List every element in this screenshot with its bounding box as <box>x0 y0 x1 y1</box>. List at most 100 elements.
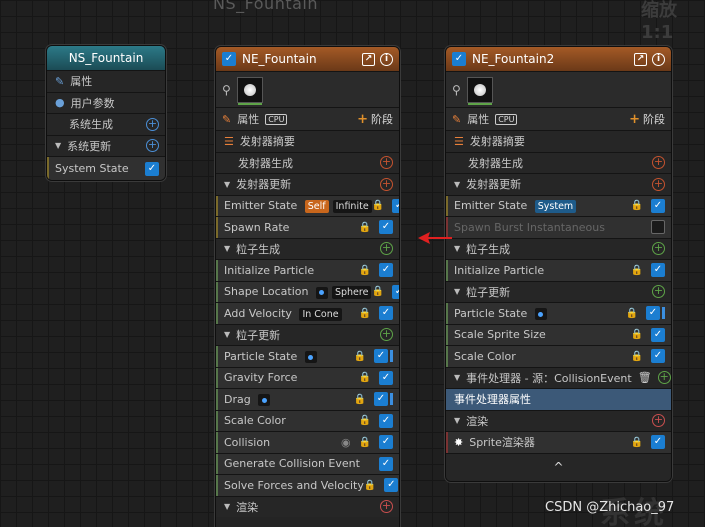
emitter2-stage-button[interactable]: + 阶段 <box>629 111 665 127</box>
collapse-triangle-icon[interactable]: ▼ <box>454 287 460 296</box>
add-module-icon[interactable]: + <box>652 242 665 256</box>
add-module-icon[interactable]: + <box>652 285 665 299</box>
emitter1-shape-location-row[interactable]: Shape Location Sphere 🔒 ✓ <box>216 280 399 302</box>
emitter1-stage-button[interactable]: + 阶段 <box>357 111 393 127</box>
emitter1-properties-row[interactable]: ✎ 属性 CPU + 阶段 <box>216 107 399 130</box>
enable-checkbox[interactable]: ✓ <box>379 413 393 428</box>
emitter2-spawn-burst-row[interactable]: Spawn Burst Instantaneous <box>446 216 671 238</box>
enable-checkbox[interactable]: ✓ <box>384 478 399 493</box>
emitter2-render-row[interactable]: ▼ 渲染 + <box>446 409 671 431</box>
collapse-node-button[interactable]: ^ <box>446 452 671 481</box>
lock-icon[interactable]: 🔒 <box>359 308 371 319</box>
lock-icon[interactable]: 🔒 <box>359 372 371 383</box>
enable-checkbox[interactable]: ✓ <box>145 161 159 176</box>
enable-checkbox[interactable]: ✓ <box>391 284 399 299</box>
lock-icon[interactable]: 🔒 <box>354 394 366 405</box>
lock-icon[interactable]: 🔒 <box>354 351 366 362</box>
enable-checkbox[interactable]: ✓ <box>379 370 393 385</box>
add-module-icon[interactable]: + <box>380 328 393 342</box>
lock-icon[interactable]: 🔒 <box>631 351 643 362</box>
lock-icon[interactable]: 🔒 <box>631 329 643 340</box>
add-module-icon[interactable]: + <box>657 371 671 385</box>
open-external-icon[interactable]: ↗ <box>634 52 647 66</box>
emitter2-summary-row[interactable]: ☰ 发射器摘要 <box>446 130 671 152</box>
add-module-icon[interactable]: + <box>146 139 159 153</box>
open-external-icon[interactable]: ↗ <box>362 52 375 66</box>
emitter2-particle-update-row[interactable]: ▼ 粒子更新 + <box>446 280 671 302</box>
emitter2-enable-checkbox[interactable]: ✓ <box>452 52 466 66</box>
emitter2-event-handler-row[interactable]: ▼ 事件处理器 - 源：CollisionEvent 🗑 + <box>446 366 671 388</box>
lock-icon[interactable]: 🔒 <box>364 480 376 491</box>
emitter1-header[interactable]: ✓ NE_Fountain ↗ i <box>216 47 399 71</box>
lock-icon[interactable]: 🔒 <box>372 200 384 211</box>
info-icon[interactable]: i <box>652 52 665 66</box>
emitter1-render-row[interactable]: ▼ 渲染 + <box>216 495 399 517</box>
emitter1-init-particle-row[interactable]: Initialize Particle 🔒 ✓ <box>216 259 399 281</box>
emitter2-scale-sprite-row[interactable]: Scale Sprite Size 🔒 ✓ <box>446 323 671 345</box>
add-module-icon[interactable]: + <box>652 156 665 170</box>
emitter1-enable-checkbox[interactable]: ✓ <box>222 52 236 66</box>
emitter1-spawn-rate-row[interactable]: Spawn Rate 🔒 ✓ <box>216 216 399 238</box>
lock-icon[interactable]: 🔒 <box>626 308 638 319</box>
enable-checkbox[interactable]: ✓ <box>646 306 660 321</box>
emitter1-collision-row[interactable]: Collision ◉ 🔒 ✓ <box>216 431 399 453</box>
emitter2-update-row[interactable]: ▼ 发射器更新 + <box>446 173 671 195</box>
emitter2-emitter-state-row[interactable]: Emitter State System 🔒 ✓ <box>446 194 671 216</box>
emitter2-particle-spawn-row[interactable]: ▼ 粒子生成 + <box>446 237 671 259</box>
collapse-triangle-icon[interactable]: ▼ <box>454 373 460 382</box>
lock-icon[interactable]: 🔒 <box>371 286 383 297</box>
emitter1-scale-color-row[interactable]: Scale Color 🔒 ✓ <box>216 409 399 431</box>
system-spawn-row[interactable]: 系统生成 + <box>47 113 165 135</box>
trash-icon[interactable]: 🗑 <box>638 371 652 384</box>
lock-icon[interactable]: 🔒 <box>359 437 371 448</box>
lock-icon[interactable]: 🔒 <box>631 265 643 276</box>
emitter1-gravity-force-row[interactable]: Gravity Force 🔒 ✓ <box>216 366 399 388</box>
system-node[interactable]: NS_Fountain ✎ 属性 ● 用户参数 系统生成 + ▼ 系统更新 + … <box>46 45 166 181</box>
add-module-icon[interactable]: + <box>380 500 393 514</box>
emitter2-event-handler-props-row[interactable]: 事件处理器属性 <box>446 388 671 410</box>
emitter1-add-velocity-row[interactable]: Add Velocity In Cone 🔒 ✓ <box>216 302 399 324</box>
emitter2-scale-color-row[interactable]: Scale Color 🔒 ✓ <box>446 345 671 367</box>
emitter2-properties-row[interactable]: ✎ 属性 CPU + 阶段 <box>446 107 671 130</box>
emitter2-particle-state-row[interactable]: Particle State 🔒 ✓ <box>446 302 671 324</box>
emitter1-particle-update-row[interactable]: ▼ 粒子更新 + <box>216 323 399 345</box>
emitter2-thumbnail[interactable] <box>466 76 493 105</box>
enable-checkbox[interactable]: ✓ <box>374 349 388 364</box>
emitter1-drag-row[interactable]: Drag 🔒 ✓ <box>216 388 399 410</box>
system-user-params-row[interactable]: ● 用户参数 <box>47 91 165 113</box>
add-module-icon[interactable]: + <box>652 414 665 428</box>
lock-icon[interactable]: 🔒 <box>359 222 371 233</box>
enable-checkbox[interactable]: ✓ <box>379 306 393 321</box>
system-update-row[interactable]: ▼ 系统更新 + <box>47 134 165 156</box>
lock-icon[interactable]: 🔒 <box>631 437 643 448</box>
collapse-triangle-icon[interactable]: ▼ <box>224 244 230 253</box>
enable-checkbox[interactable]: ✓ <box>651 327 665 342</box>
collapse-triangle-icon[interactable]: ▼ <box>224 180 230 189</box>
enable-checkbox[interactable]: ✓ <box>379 263 393 278</box>
collapse-triangle-icon[interactable]: ▼ <box>454 244 460 253</box>
eye-icon[interactable]: ◉ <box>341 436 351 449</box>
emitter2-init-particle-row[interactable]: Initialize Particle 🔒 ✓ <box>446 259 671 281</box>
add-module-icon[interactable]: + <box>380 156 393 170</box>
emitter1-summary-row[interactable]: ☰ 发射器摘要 <box>216 130 399 152</box>
emitter2-header[interactable]: ✓ NE_Fountain2 ↗ i <box>446 47 671 71</box>
emitter1-spawn-row[interactable]: 发射器生成 + <box>216 151 399 173</box>
emitter2-spawn-row[interactable]: 发射器生成 + <box>446 151 671 173</box>
emitter1-particle-spawn-row[interactable]: ▼ 粒子生成 + <box>216 237 399 259</box>
enable-checkbox[interactable]: ✓ <box>651 263 665 278</box>
emitter1-gen-collision-event-row[interactable]: Generate Collision Event ✓ <box>216 452 399 474</box>
add-module-icon[interactable]: + <box>380 242 393 256</box>
enable-checkbox[interactable]: ✓ <box>651 435 665 450</box>
collapse-triangle-icon[interactable]: ▼ <box>224 502 230 511</box>
emitter1-thumbnail[interactable] <box>236 76 263 105</box>
collapse-triangle-icon[interactable]: ▼ <box>55 141 61 150</box>
emitter2-sprite-renderer-row[interactable]: ✸ Sprite渲染器 🔒 ✓ <box>446 431 671 453</box>
collapse-triangle-icon[interactable]: ▼ <box>454 416 460 425</box>
emitter-node-1[interactable]: ✓ NE_Fountain ↗ i ⚲ ✎ 属性 CPU + 阶段 ☰ 发射器摘… <box>215 46 400 527</box>
add-module-icon[interactable]: + <box>146 117 159 131</box>
disabled-checkbox[interactable] <box>651 220 665 235</box>
collapse-triangle-icon[interactable]: ▼ <box>224 330 230 339</box>
enable-checkbox[interactable]: ✓ <box>651 349 665 364</box>
lock-icon[interactable]: 🔒 <box>359 415 371 426</box>
emitter1-particle-state-row[interactable]: Particle State 🔒 ✓ <box>216 345 399 367</box>
